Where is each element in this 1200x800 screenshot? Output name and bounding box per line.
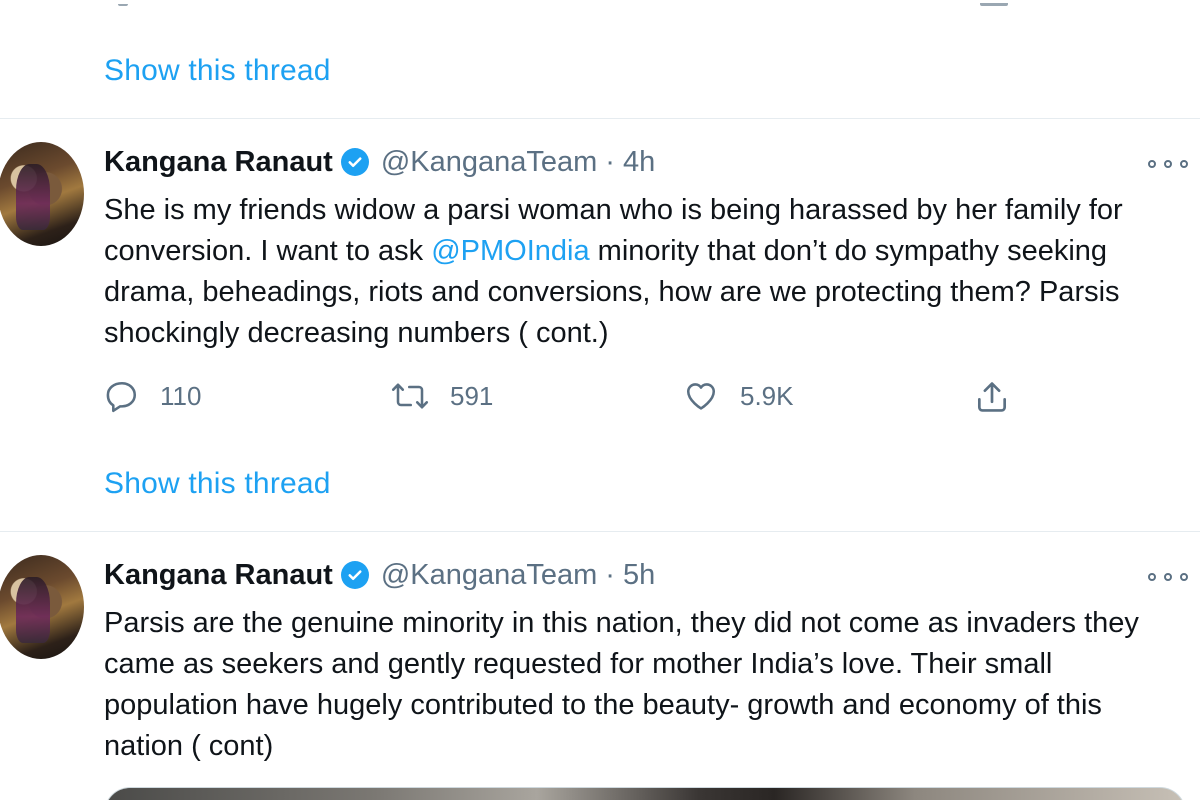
tweet-actions: 110 591 5.9K — [104, 378, 1034, 418]
divider — [0, 531, 1200, 532]
show-thread-link[interactable]: Show this thread — [104, 54, 331, 88]
separator-dot: · — [605, 145, 615, 178]
more-options-icon[interactable] — [1148, 567, 1188, 587]
author-name[interactable]: Kangana Ranaut — [104, 146, 333, 179]
like-button[interactable]: 5.9K — [682, 378, 794, 414]
tweet-time[interactable]: 4h — [623, 146, 655, 179]
share-icon — [977, 382, 1007, 412]
tweet[interactable]: Kangana Ranaut @KanganaTeam · 5h Parsis … — [0, 555, 1200, 800]
retweet-icon — [391, 383, 429, 409]
tweet-text: She is my friends widow a parsi woman wh… — [104, 190, 1174, 354]
tweet-feed: Show this thread Kangana Ranaut @Kangana… — [0, 0, 1200, 800]
mention-link[interactable]: @PMOIndia — [431, 235, 589, 267]
tweet-header: Kangana Ranaut @KanganaTeam · 4h — [104, 142, 655, 182]
reply-count: 110 — [160, 380, 202, 411]
like-count: 5.9K — [740, 380, 794, 411]
author-handle[interactable]: @KanganaTeam — [381, 559, 597, 592]
divider — [0, 118, 1200, 119]
verified-badge-icon — [340, 148, 369, 176]
like-icon — [686, 383, 716, 410]
author-handle[interactable]: @KanganaTeam — [381, 146, 597, 179]
reply-icon — [106, 381, 137, 413]
avatar[interactable] — [0, 555, 84, 659]
share-button[interactable] — [972, 378, 1012, 416]
retweet-button[interactable]: 591 — [390, 378, 493, 414]
retweet-count: 591 — [450, 380, 494, 411]
verified-badge-icon — [340, 561, 369, 589]
tweet-header: Kangana Ranaut @KanganaTeam · 5h — [104, 555, 655, 595]
previous-tweet-actions — [0, 0, 1200, 10]
more-options-icon[interactable] — [1148, 154, 1188, 174]
previous-reply-icon[interactable] — [118, 0, 128, 6]
tweet-media-image[interactable] — [104, 787, 1186, 800]
reply-button[interactable]: 110 — [104, 378, 201, 414]
previous-share-icon[interactable] — [980, 0, 1008, 6]
show-thread-link[interactable]: Show this thread — [104, 467, 331, 501]
avatar[interactable] — [0, 142, 84, 246]
tweet-text: Parsis are the genuine minority in this … — [104, 607, 1139, 762]
tweet-time[interactable]: 5h — [623, 559, 655, 592]
tweet[interactable]: Kangana Ranaut @KanganaTeam · 4h She is … — [0, 142, 1200, 512]
author-name[interactable]: Kangana Ranaut — [104, 559, 333, 592]
separator-dot: · — [605, 558, 615, 591]
